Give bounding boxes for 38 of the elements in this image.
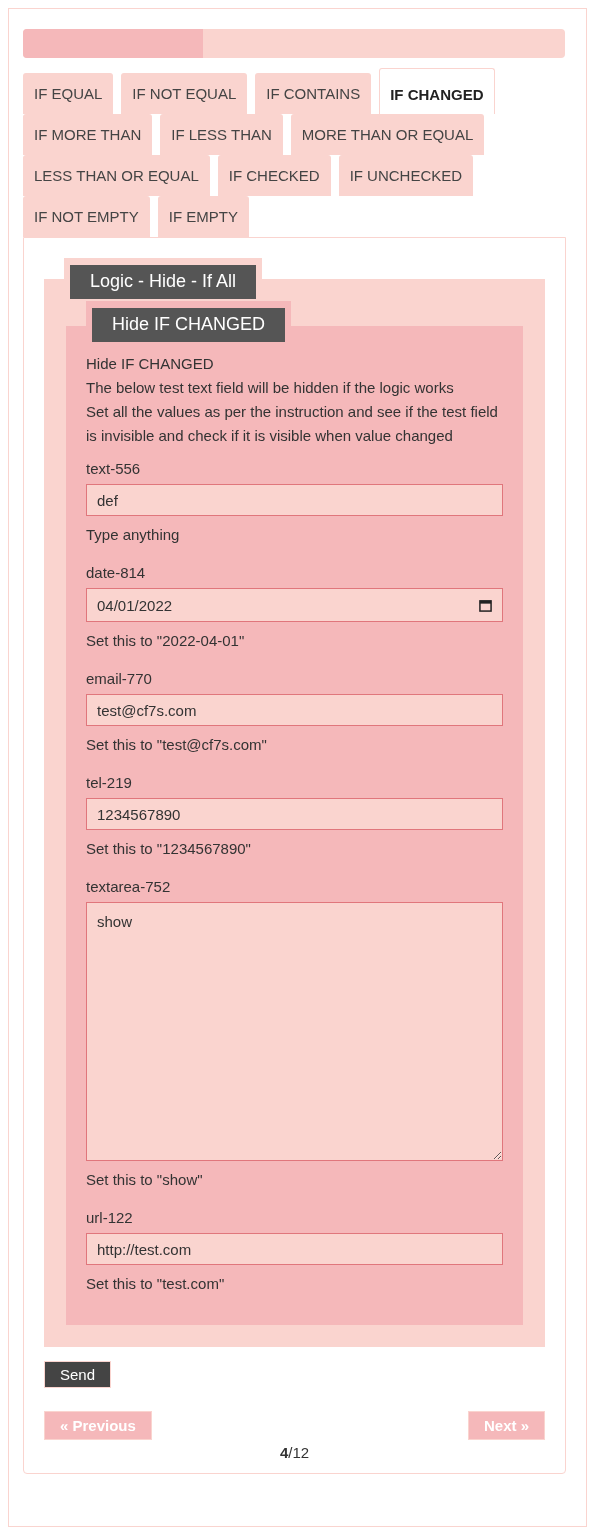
field-hint: Set this to "2022-04-01" xyxy=(86,631,245,651)
field-hint: Set this to "show" xyxy=(86,1170,203,1190)
field-label: date-814 xyxy=(86,563,146,583)
tab[interactable]: IF LESS THAN xyxy=(160,114,283,155)
tab[interactable]: IF CHECKED xyxy=(217,155,331,196)
tab[interactable]: IF CHANGED xyxy=(379,68,495,114)
field-hint: Set this to "test@cf7s.com" xyxy=(86,735,267,755)
description-text: Hide IF CHANGED xyxy=(86,354,215,374)
field-label: email-770 xyxy=(86,669,152,689)
field-label: tel-219 xyxy=(86,773,132,793)
field-hint: Type anything xyxy=(86,525,180,545)
tab[interactable]: IF UNCHECKED xyxy=(338,155,474,196)
page-counter: 4/12 xyxy=(279,1444,310,1461)
section-legend: Logic - Hide - If All xyxy=(70,265,257,299)
field-label: textarea-752 xyxy=(86,877,171,897)
date-field[interactable]: 04/01/2022 xyxy=(86,588,503,622)
tab[interactable]: IF MORE THAN xyxy=(23,114,153,155)
tab[interactable]: LESS THAN OR EQUAL xyxy=(23,155,210,196)
tab[interactable]: IF NOT EQUAL xyxy=(121,73,248,114)
field-hint: Set this to "1234567890" xyxy=(86,839,251,859)
input-field[interactable]: http://test.com xyxy=(86,1233,503,1265)
description-text: Set all the values as per the instruction and see if the test field is invisible and check if it is visible when value changed xyxy=(86,402,499,446)
tab[interactable]: IF CONTAINS xyxy=(255,73,372,114)
text-area[interactable]: show xyxy=(86,902,503,1161)
field-label: text-556 xyxy=(86,459,141,479)
tab[interactable]: MORE THAN OR EQUAL xyxy=(290,114,485,155)
calendar-icon[interactable] xyxy=(479,598,492,612)
field-hint: Set this to "test.com" xyxy=(86,1274,225,1294)
input-field[interactable]: test@cf7s.com xyxy=(86,694,503,726)
input-field[interactable]: 1234567890 xyxy=(86,798,503,830)
section-legend: Hide IF CHANGED xyxy=(92,308,286,342)
tab[interactable]: IF EMPTY xyxy=(157,196,249,237)
field-label: url-122 xyxy=(86,1208,133,1228)
description-text: The below test text field will be hidden if the logic works xyxy=(86,378,455,398)
tab[interactable]: IF NOT EMPTY xyxy=(23,196,150,237)
tab[interactable]: IF EQUAL xyxy=(23,73,114,114)
send-button[interactable]: Send xyxy=(44,1361,112,1388)
input-field[interactable]: def xyxy=(86,484,503,516)
